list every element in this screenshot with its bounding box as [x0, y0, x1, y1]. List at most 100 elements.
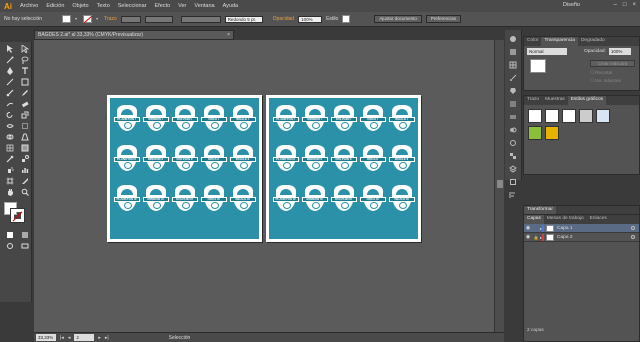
artboard-2[interactable]: PLANKTON I MINNOW I DOLPHIN I ORCA I WHALE I…	[266, 95, 421, 242]
direct-selection-tool-icon[interactable]	[19, 44, 31, 53]
lasso-tool-icon[interactable]	[19, 55, 31, 64]
symbol-sprayer-tool-icon[interactable]	[4, 165, 16, 174]
badge[interactable]: DOLPHIN II	[171, 145, 198, 179]
menu-objeto[interactable]: Objeto	[68, 3, 92, 9]
type-tool-icon[interactable]	[19, 66, 31, 75]
badge[interactable]: ORCA II	[200, 145, 227, 179]
badge[interactable]: ORCA I	[359, 105, 386, 139]
perspective-grid-tool-icon[interactable]	[19, 132, 31, 141]
document-tab[interactable]: BAGDES 2.ai* al 33,33% (CMYK/Previsualiz…	[34, 30, 234, 40]
tab-swatches[interactable]: Muestras	[542, 96, 568, 105]
minimize-button[interactable]: –	[614, 2, 617, 8]
badge[interactable]: PLANKTON I	[113, 105, 140, 139]
brushes-icon[interactable]	[509, 73, 518, 82]
badge[interactable]: DOLPHIN I	[171, 105, 198, 139]
brush-field[interactable]: Redondo 5 pt.	[224, 15, 263, 23]
style-swatch-shadow[interactable]	[562, 109, 576, 123]
next-artboard-icon[interactable]: ▸	[98, 335, 101, 341]
menu-efecto[interactable]: Efecto	[151, 3, 175, 9]
stroke-weight-field[interactable]	[120, 15, 141, 23]
stroke-swatch[interactable]	[83, 15, 93, 23]
badge[interactable]: ORCA III	[200, 185, 227, 219]
eyedropper-tool-icon[interactable]	[4, 154, 16, 163]
badge[interactable]: DOLPHIN III	[330, 185, 357, 219]
fill-swatch[interactable]	[62, 15, 72, 23]
style-swatch-yellow[interactable]	[545, 126, 559, 140]
badge[interactable]: WHALE I	[229, 105, 256, 139]
tab-graphic-styles[interactable]: Estilos gráficos	[567, 96, 607, 105]
chevron-down-icon[interactable]: ▾	[96, 16, 100, 22]
magic-wand-tool-icon[interactable]	[4, 55, 16, 64]
tab-links[interactable]: Enlaces	[587, 215, 610, 224]
tab-artboards[interactable]: Mesas de trabajo	[544, 215, 587, 224]
style-swatch-gray[interactable]	[579, 109, 593, 123]
blend-mode-select[interactable]: Normal	[527, 48, 567, 55]
hand-tool-icon[interactable]	[4, 187, 16, 196]
menu-texto[interactable]: Texto	[93, 3, 114, 9]
maximize-button[interactable]: □	[623, 2, 627, 8]
column-graph-tool-icon[interactable]	[19, 165, 31, 174]
opacity-label[interactable]: Opacidad	[273, 16, 294, 22]
brush-profile-field[interactable]	[180, 15, 221, 23]
invert-mask-checkbox[interactable]: ☐ Inv. máscara	[590, 78, 621, 84]
badge[interactable]: MINNOW I	[142, 105, 169, 139]
layer-row[interactable]: ◉ ▸ Capa 1	[524, 224, 639, 233]
slice-tool-icon[interactable]	[19, 176, 31, 185]
style-swatch-blue[interactable]	[596, 109, 610, 123]
opacity-input[interactable]: 100%	[608, 48, 631, 55]
line-tool-icon[interactable]	[4, 77, 16, 86]
gradient-mode-icon[interactable]	[19, 230, 31, 239]
scrollbar-thumb[interactable]	[497, 180, 503, 188]
tab-stroke[interactable]: Trazo	[524, 96, 542, 105]
style-swatch-none[interactable]	[545, 109, 559, 123]
badge[interactable]: ORCA I	[200, 105, 227, 139]
blob-brush-tool-icon[interactable]	[4, 99, 16, 108]
shape-builder-tool-icon[interactable]	[4, 132, 16, 141]
first-artboard-icon[interactable]: |◂	[60, 335, 64, 341]
badge[interactable]: WHALE III	[388, 185, 415, 219]
badge[interactable]: MINNOW II	[301, 145, 328, 179]
blend-tool-icon[interactable]	[19, 154, 31, 163]
current-tool-status[interactable]: Selección	[169, 335, 191, 341]
vertical-scrollbar[interactable]	[494, 40, 504, 332]
badge[interactable]: MINNOW III	[301, 185, 328, 219]
opacity-field[interactable]: 100%	[298, 15, 323, 23]
badge[interactable]: DOLPHIN I	[330, 105, 357, 139]
badge[interactable]: WHALE III	[229, 185, 256, 219]
stroke-label[interactable]: Trazo	[104, 16, 117, 22]
previous-artboard-icon[interactable]: ◂	[68, 335, 71, 341]
badge[interactable]: MINNOW III	[142, 185, 169, 219]
last-artboard-icon[interactable]: ▸|	[105, 335, 109, 341]
chevron-down-icon[interactable]: ▾	[75, 16, 79, 22]
screen-mode-icon[interactable]	[19, 241, 31, 250]
fill-stroke-indicator[interactable]	[0, 202, 31, 224]
badge[interactable]: ORCA II	[359, 145, 386, 179]
width-tool-icon[interactable]	[4, 121, 16, 130]
style-swatch-default[interactable]	[528, 109, 542, 123]
workspace-switcher[interactable]: Diseño	[563, 2, 580, 8]
mesh-tool-icon[interactable]	[4, 143, 16, 152]
transparency-panel-icon[interactable]	[509, 125, 518, 134]
tab-layers[interactable]: Capas	[524, 215, 544, 224]
target-icon[interactable]	[631, 226, 635, 230]
close-icon[interactable]: ×	[227, 32, 230, 38]
preferences-button[interactable]: Preferencias	[425, 15, 462, 23]
stroke-panel-icon[interactable]	[509, 99, 518, 108]
draw-mode-icon[interactable]	[4, 241, 16, 250]
menu-ventana[interactable]: Ventana	[190, 3, 218, 9]
badge[interactable]: PLANKTON III	[113, 185, 140, 219]
style-swatch-green[interactable]	[528, 126, 542, 140]
selection-tool-icon[interactable]	[4, 44, 16, 53]
badge[interactable]: PLANKTON II	[272, 145, 299, 179]
gradient-tool-icon[interactable]	[19, 143, 31, 152]
artboards-icon[interactable]	[509, 177, 518, 186]
rectangle-tool-icon[interactable]	[19, 77, 31, 86]
color-guide-icon[interactable]	[509, 47, 518, 56]
badge[interactable]: MINNOW II	[142, 145, 169, 179]
tab-gradient[interactable]: Degradado	[578, 37, 608, 46]
swatches-icon[interactable]	[509, 60, 518, 69]
pencil-tool-icon[interactable]	[19, 88, 31, 97]
free-transform-tool-icon[interactable]	[19, 121, 31, 130]
make-mask-button[interactable]: Crear máscara	[590, 60, 635, 67]
artboard-tool-icon[interactable]	[4, 176, 16, 185]
